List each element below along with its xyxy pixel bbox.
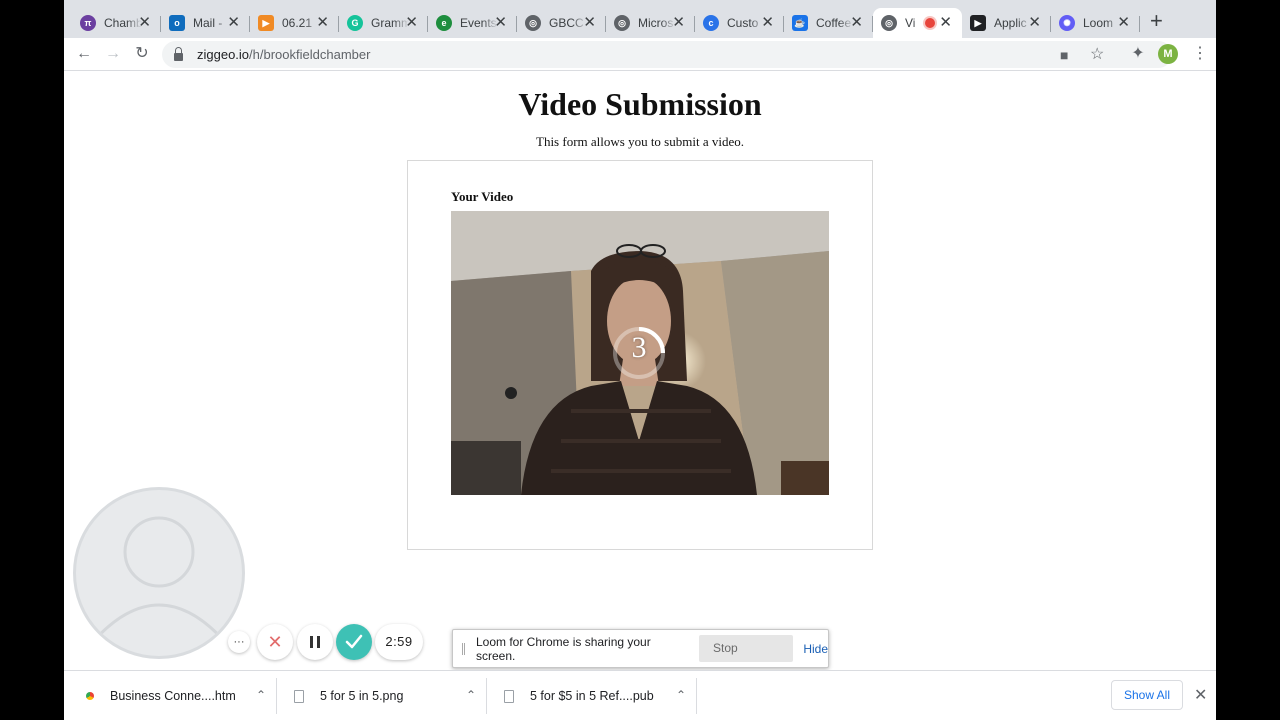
- tab-6[interactable]: ◎ Micros ✕: [606, 8, 695, 38]
- screen-sharing-bar: Loom for Chrome is sharing your screen. …: [452, 629, 829, 682]
- finish-recording-icon[interactable]: [336, 624, 372, 660]
- video-label: Your Video: [451, 189, 514, 204]
- file-icon: [504, 689, 514, 703]
- coffee-icon: ☕: [792, 15, 808, 31]
- tab-8[interactable]: ☕ Coffee ✕: [784, 8, 873, 38]
- download-shelf: Business Conne....htm ⌃ 5 for 5 in 5.png…: [64, 670, 1216, 720]
- video-recorder[interactable]: 3: [451, 211, 829, 495]
- sharing-message: Loom for Chrome is sharing your screen.: [475, 634, 651, 663]
- play-icon: ▶: [258, 15, 274, 31]
- url-path: /h/brookfieldchamber: [249, 47, 371, 62]
- globe-icon: ◎: [881, 15, 897, 31]
- bookmark-star-icon[interactable]: ☆: [1090, 44, 1104, 64]
- tab-3[interactable]: G Gramm ✕: [339, 8, 428, 38]
- address-bar[interactable]: ziggeo.io/h/brookfieldchamber ■ ☆: [162, 41, 1172, 68]
- lock-icon: [174, 46, 183, 61]
- globe-icon: ◎: [614, 15, 630, 31]
- page-title: Video Submission: [518, 86, 762, 122]
- video-form: Your Video 3: [407, 160, 873, 550]
- close-tab-icon[interactable]: ✕: [227, 15, 240, 31]
- close-tab-icon[interactable]: ✕: [939, 15, 952, 31]
- close-tab-icon[interactable]: ✕: [494, 15, 507, 31]
- download-name: 5 for $5 in 5 Ref....pub: [530, 689, 654, 703]
- recording-indicator-icon: [925, 18, 935, 28]
- browser-window: π Chamb ✕ o Mail - ✕ ▶ 06.21 ✕ G Gramm ✕…: [64, 0, 1216, 720]
- download-name: 5 for 5 in 5.png: [320, 689, 404, 703]
- close-tab-icon[interactable]: ✕: [761, 15, 774, 31]
- chevron-up-icon[interactable]: ⌃: [256, 688, 266, 702]
- close-tab-icon[interactable]: ✕: [583, 15, 596, 31]
- close-shelf-icon[interactable]: ✕: [1194, 685, 1207, 705]
- download-item[interactable]: 5 for $5 in 5 Ref....pub ⌃: [504, 678, 686, 714]
- chevron-up-icon[interactable]: ⌃: [676, 688, 686, 702]
- forward-icon[interactable]: →: [103, 44, 123, 64]
- image-file-icon: [294, 689, 304, 703]
- download-item[interactable]: 5 for 5 in 5.png ⌃: [294, 678, 476, 714]
- tab-2[interactable]: ▶ 06.21 ✕: [250, 8, 339, 38]
- more-options-icon[interactable]: ···: [228, 631, 250, 653]
- recording-timer: 2:59: [375, 624, 423, 660]
- tab-7[interactable]: c Custo ✕: [695, 8, 784, 38]
- video-app-icon: ▶: [970, 15, 986, 31]
- browser-toolbar: ← → ↻ ziggeo.io/h/brookfieldchamber ■ ☆ …: [64, 38, 1216, 71]
- download-item[interactable]: Business Conne....htm ⌃: [84, 678, 266, 714]
- chamber-icon: π: [80, 15, 96, 31]
- tab-label: Gramm: [371, 16, 409, 30]
- tab-label: Events: [460, 16, 497, 30]
- tab-label: GBCC: [549, 16, 584, 30]
- close-tab-icon[interactable]: ✕: [405, 15, 418, 31]
- drag-handle-icon[interactable]: [462, 642, 465, 655]
- stop-sharing-button[interactable]: Stop sharing: [698, 635, 794, 682]
- download-name: Business Conne....htm: [110, 689, 236, 703]
- chrome-file-icon: [86, 692, 94, 700]
- tab-9-active[interactable]: ◎ Vi ✕: [873, 8, 962, 38]
- camera-icon[interactable]: ■: [1060, 47, 1068, 63]
- show-all-button[interactable]: Show All: [1111, 680, 1183, 710]
- countdown-number: 3: [631, 331, 647, 364]
- globe-icon: ◎: [525, 15, 541, 31]
- grammarly-icon: G: [347, 15, 363, 31]
- custom-icon: c: [703, 15, 719, 31]
- close-tab-icon[interactable]: ✕: [138, 15, 151, 31]
- back-icon[interactable]: ←: [74, 44, 94, 64]
- close-tab-icon[interactable]: ✕: [850, 15, 863, 31]
- close-tab-icon[interactable]: ✕: [1117, 15, 1130, 31]
- tab-11[interactable]: ✺ Loom ✕: [1051, 8, 1140, 38]
- close-tab-icon[interactable]: ✕: [316, 15, 329, 31]
- tab-label: Vi: [905, 16, 916, 30]
- cancel-recording-icon[interactable]: ✕: [257, 624, 293, 660]
- close-tab-icon[interactable]: ✕: [672, 15, 685, 31]
- menu-kebab-icon[interactable]: ⋮: [1192, 45, 1208, 63]
- tab-10[interactable]: ▶ Applic ✕: [962, 8, 1051, 38]
- tab-1[interactable]: o Mail - ✕: [161, 8, 250, 38]
- new-tab-button[interactable]: +: [1150, 10, 1163, 32]
- outlook-icon: o: [169, 15, 185, 31]
- profile-avatar[interactable]: M: [1158, 44, 1178, 64]
- events-icon: e: [436, 15, 452, 31]
- tab-strip: π Chamb ✕ o Mail - ✕ ▶ 06.21 ✕ G Gramm ✕…: [64, 0, 1216, 38]
- loom-icon: ✺: [1059, 15, 1075, 31]
- tab-label: Coffee: [816, 16, 852, 30]
- close-tab-icon[interactable]: ✕: [1028, 15, 1041, 31]
- extensions-puzzle-icon[interactable]: ✦: [1128, 44, 1148, 64]
- pause-icon[interactable]: [297, 624, 333, 660]
- tab-0[interactable]: π Chamb ✕: [72, 8, 161, 38]
- user-placeholder-icon: [84, 516, 234, 651]
- tab-label: Mail -: [193, 16, 223, 30]
- tab-label: Micros: [638, 16, 674, 30]
- hide-button[interactable]: Hide: [803, 642, 828, 656]
- loom-camera-bubble[interactable]: [73, 487, 245, 659]
- tab-4[interactable]: e Events ✕: [428, 8, 517, 38]
- reload-icon[interactable]: ↻: [132, 44, 152, 64]
- tab-label: Custo: [727, 16, 759, 30]
- tab-5[interactable]: ◎ GBCC ✕: [517, 8, 606, 38]
- tab-label: Loom: [1083, 16, 1114, 30]
- chevron-up-icon[interactable]: ⌃: [466, 688, 476, 702]
- tab-label: 06.21: [282, 16, 313, 30]
- page-subtitle: This form allows you to submit a video.: [536, 134, 744, 149]
- url-host: ziggeo.io: [197, 47, 250, 62]
- tab-label: Chamb: [104, 16, 142, 30]
- tab-label: Applic: [994, 16, 1027, 30]
